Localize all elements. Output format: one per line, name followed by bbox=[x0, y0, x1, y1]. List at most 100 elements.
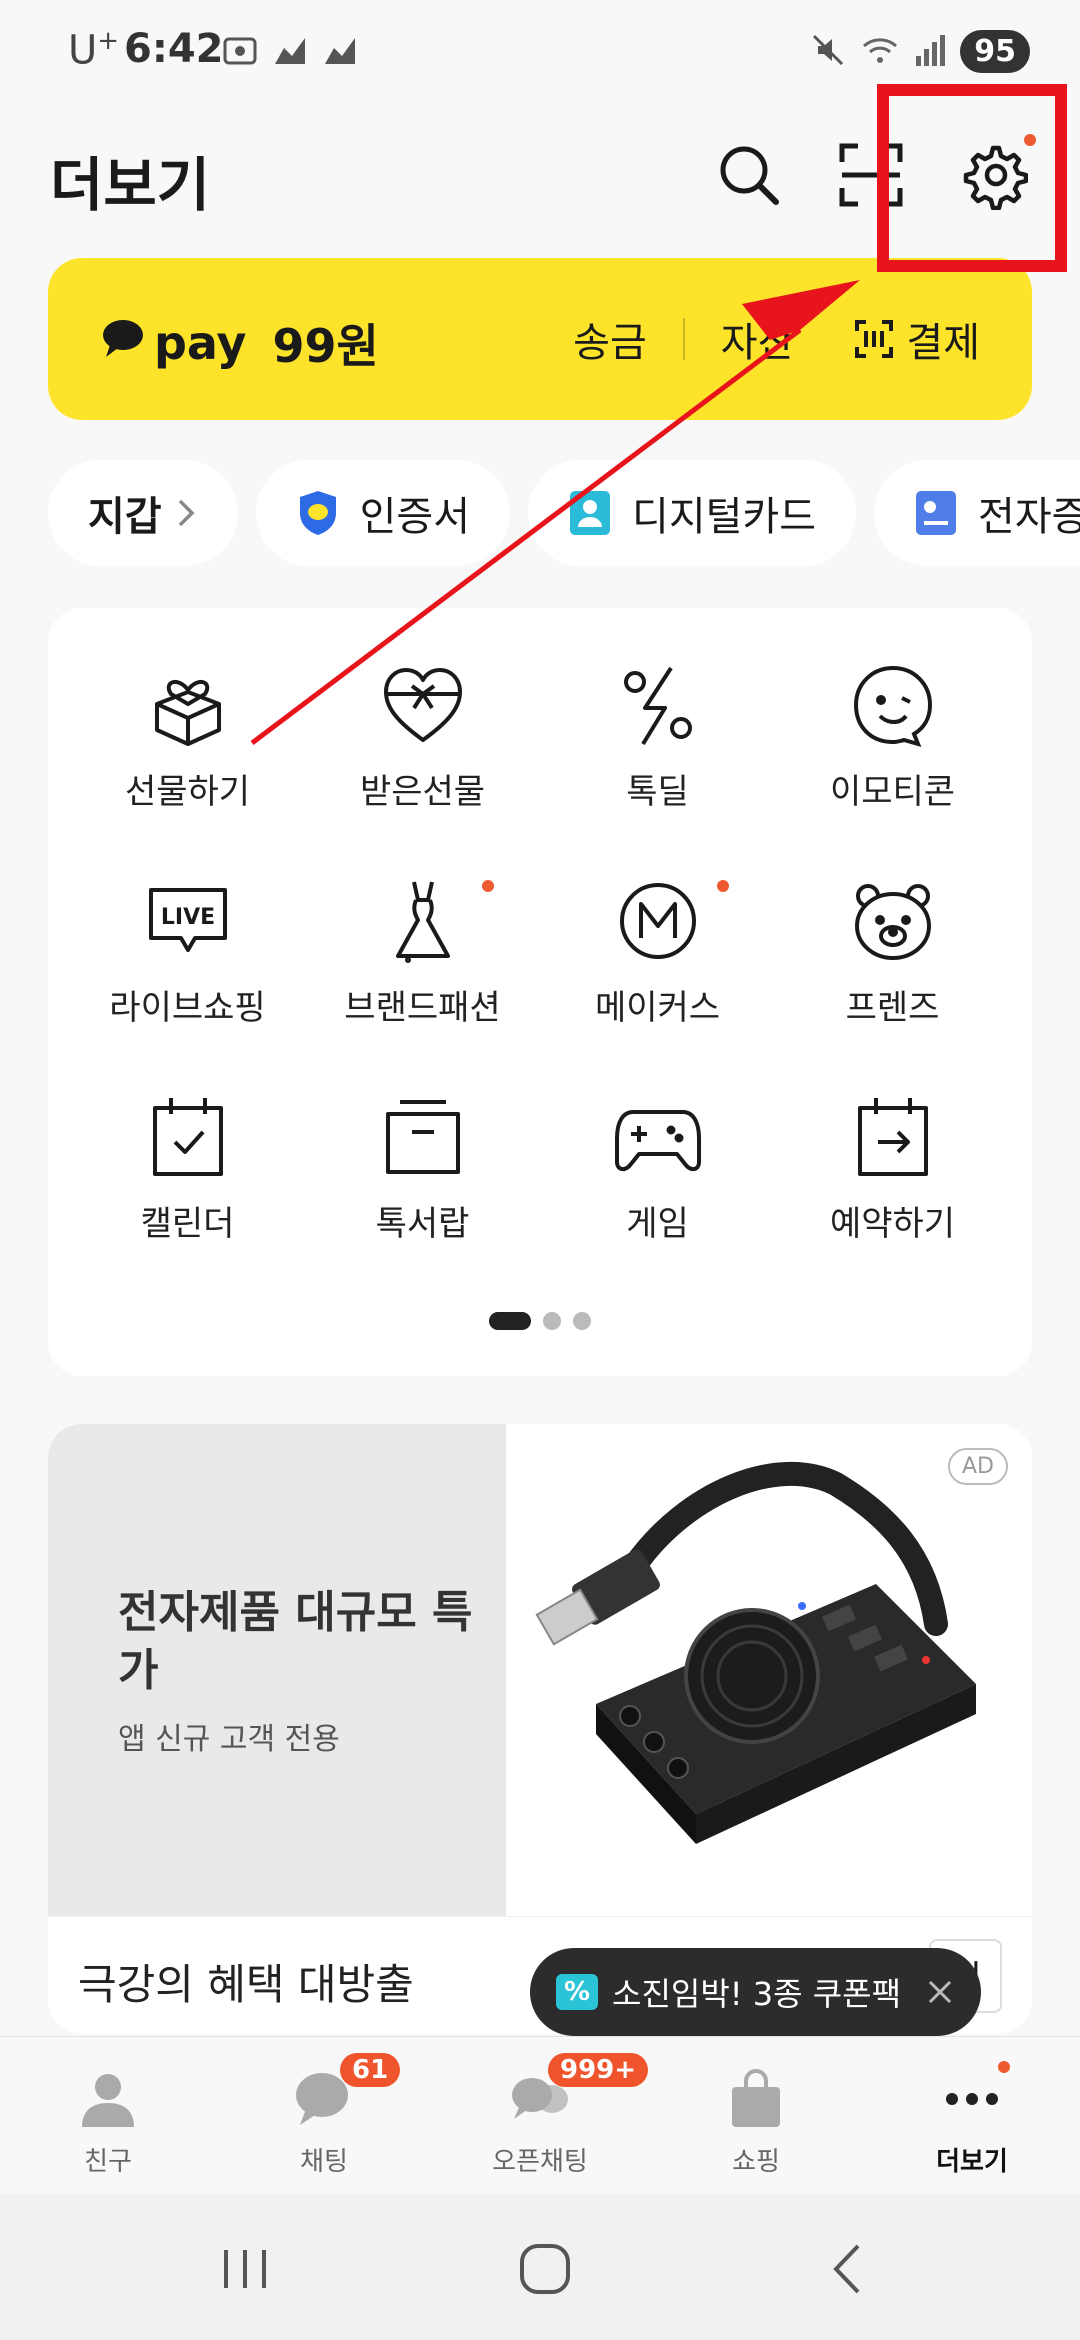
usb-sound-card-image bbox=[535, 1462, 976, 1844]
notification-icons bbox=[222, 34, 358, 68]
screenshot-icon bbox=[222, 34, 258, 68]
tab-more[interactable]: 더보기 bbox=[864, 2037, 1080, 2194]
ad-product-image: AD bbox=[506, 1424, 1032, 1916]
coupon-toast[interactable]: % 소진임박! 3종 쿠폰팩 bbox=[530, 1948, 982, 2052]
gift-box-icon bbox=[143, 660, 233, 750]
menu-item-friends[interactable]: 프렌즈 bbox=[775, 876, 1010, 1092]
coupon-percent-icon: % bbox=[556, 1974, 598, 2010]
pay-label: pay bbox=[154, 316, 247, 370]
person-icon bbox=[76, 2067, 140, 2131]
calendar-arrow-icon bbox=[848, 1092, 938, 1182]
id-card-icon bbox=[568, 489, 612, 537]
page-dot bbox=[573, 1312, 591, 1330]
chip-label: 지갑 bbox=[88, 494, 162, 540]
pay-assets-button[interactable]: 자산 bbox=[721, 310, 795, 368]
menu-label: 예약하기 bbox=[829, 1204, 956, 1244]
gift-heart-icon bbox=[378, 660, 468, 750]
menu-item-calendar[interactable]: 캘린더 bbox=[70, 1092, 305, 1308]
menu-label: 받은선물 bbox=[359, 772, 486, 812]
menu-item-reservation[interactable]: 예약하기 bbox=[775, 1092, 1010, 1308]
chip-certificate[interactable]: 인증서 bbox=[255, 460, 511, 566]
wifi-icon bbox=[860, 32, 900, 72]
close-icon[interactable] bbox=[925, 1977, 955, 2007]
tab-friends[interactable]: 친구 bbox=[0, 2037, 216, 2194]
menu-label: 프렌즈 bbox=[845, 988, 940, 1028]
menu-item-live-shopping[interactable]: LIVE 라이브쇼핑 bbox=[70, 876, 305, 1092]
bottom-tab-bar: 친구 채팅 61 오픈채팅 999+ 쇼핑 더보기 bbox=[0, 2036, 1080, 2194]
pay-payment-button[interactable]: 결제 bbox=[906, 310, 980, 368]
bear-icon bbox=[848, 876, 938, 966]
calendar-check-icon bbox=[143, 1092, 233, 1182]
pay-banner[interactable]: pay 99원 송금 자산 결제 bbox=[48, 258, 1032, 420]
ad-badge: AD bbox=[948, 1448, 1008, 1485]
chevron-right-icon bbox=[174, 495, 198, 531]
tab-shopping[interactable]: 쇼핑 bbox=[648, 2037, 864, 2194]
menu-item-makers[interactable]: 메이커스 bbox=[540, 876, 775, 1092]
menu-label: 이모티콘 bbox=[829, 772, 956, 812]
tab-label: 친구 bbox=[84, 2147, 132, 2177]
live-icon: LIVE bbox=[143, 876, 233, 966]
system-navigation-bar bbox=[0, 2194, 1080, 2340]
menu-item-emoticon[interactable]: 이모티콘 bbox=[775, 660, 1010, 876]
page-indicator bbox=[48, 1312, 1032, 1330]
chip-e-document[interactable]: 전자증 bbox=[874, 460, 1080, 566]
menu-item-gift[interactable]: 선물하기 bbox=[70, 660, 305, 876]
menu-label: 톡서랍 bbox=[375, 1204, 470, 1244]
emoticon-icon bbox=[848, 660, 938, 750]
menu-grid: 선물하기 받은선물 톡딜 이모티콘 LIVE 라이브쇼핑 브랜드패션 메이커스 bbox=[48, 660, 1032, 1308]
document-icon bbox=[914, 489, 958, 537]
menu-label: 캘린더 bbox=[140, 1204, 235, 1244]
pay-balance: 99원 bbox=[272, 319, 379, 373]
ad-banner[interactable]: 전자제품 대규모 특가 앱 신규 고객 전용 AD 극강의 혜택 대방출 기 bbox=[48, 1424, 1032, 2034]
menu-item-talk-deal[interactable]: 톡딜 bbox=[540, 660, 775, 876]
back-icon[interactable] bbox=[814, 2234, 884, 2304]
search-icon[interactable] bbox=[714, 140, 784, 210]
tab-chats[interactable]: 채팅 61 bbox=[216, 2037, 432, 2194]
chip-label: 전자증 bbox=[978, 494, 1080, 540]
kakao-talk-bubble-icon bbox=[100, 316, 146, 370]
menu-label: 톡딜 bbox=[626, 772, 689, 812]
ad-headline: 전자제품 대규모 특가 bbox=[118, 1587, 473, 1696]
pay-send-button[interactable]: 송금 bbox=[573, 310, 647, 368]
battery-indicator: 95 bbox=[960, 30, 1030, 73]
svg-text:LIVE: LIVE bbox=[160, 905, 214, 930]
tab-label: 쇼핑 bbox=[732, 2147, 780, 2177]
tab-label: 채팅 bbox=[300, 2147, 348, 2177]
pay-brand: pay 99원 bbox=[100, 310, 379, 376]
menu-grid-card: 선물하기 받은선물 톡딜 이모티콘 LIVE 라이브쇼핑 브랜드패션 메이커스 bbox=[48, 608, 1032, 1376]
page-title: 더보기 bbox=[50, 151, 211, 219]
menu-label: 브랜드패션 bbox=[344, 988, 501, 1028]
menu-item-game[interactable]: 게임 bbox=[540, 1092, 775, 1308]
tab-open-chat[interactable]: 오픈채팅 999+ bbox=[432, 2037, 649, 2194]
stats-icon-2 bbox=[322, 34, 358, 68]
menu-item-talk-drawer[interactable]: 톡서랍 bbox=[305, 1092, 540, 1308]
new-dot bbox=[482, 880, 494, 892]
divider bbox=[682, 318, 685, 360]
home-icon[interactable] bbox=[510, 2234, 580, 2304]
page-dot-active bbox=[489, 1312, 531, 1330]
menu-item-received-gift[interactable]: 받은선물 bbox=[305, 660, 540, 876]
recent-apps-icon[interactable] bbox=[210, 2234, 280, 2304]
mute-icon bbox=[810, 32, 846, 72]
shopping-bag-icon bbox=[724, 2067, 788, 2131]
menu-label: 메이커스 bbox=[594, 988, 721, 1028]
wallet-chips: 지갑 인증서 디지털카드 전자증 bbox=[48, 460, 1080, 566]
new-dot bbox=[998, 2061, 1010, 2073]
clock: 6:42 bbox=[124, 26, 224, 72]
page-dot bbox=[543, 1312, 561, 1330]
more-dots-icon bbox=[940, 2067, 1004, 2131]
shield-icon bbox=[296, 489, 340, 537]
ad-footer-title: 극강의 혜택 대방출 bbox=[78, 1960, 414, 2009]
menu-item-brand-fashion[interactable]: 브랜드패션 bbox=[305, 876, 540, 1092]
ad-subtitle: 앱 신규 고객 전용 bbox=[118, 1722, 340, 1757]
chip-wallet[interactable]: 지갑 bbox=[48, 460, 238, 566]
drawer-icon bbox=[378, 1092, 468, 1182]
stats-icon bbox=[272, 34, 308, 68]
annotation-highlight-box bbox=[877, 84, 1067, 272]
chip-label: 디지털카드 bbox=[632, 494, 817, 540]
menu-label: 라이브쇼핑 bbox=[109, 988, 266, 1028]
chip-digital-card[interactable]: 디지털카드 bbox=[528, 460, 857, 566]
gamepad-icon bbox=[613, 1092, 703, 1182]
dress-icon bbox=[378, 876, 468, 966]
menu-label: 게임 bbox=[626, 1204, 689, 1244]
